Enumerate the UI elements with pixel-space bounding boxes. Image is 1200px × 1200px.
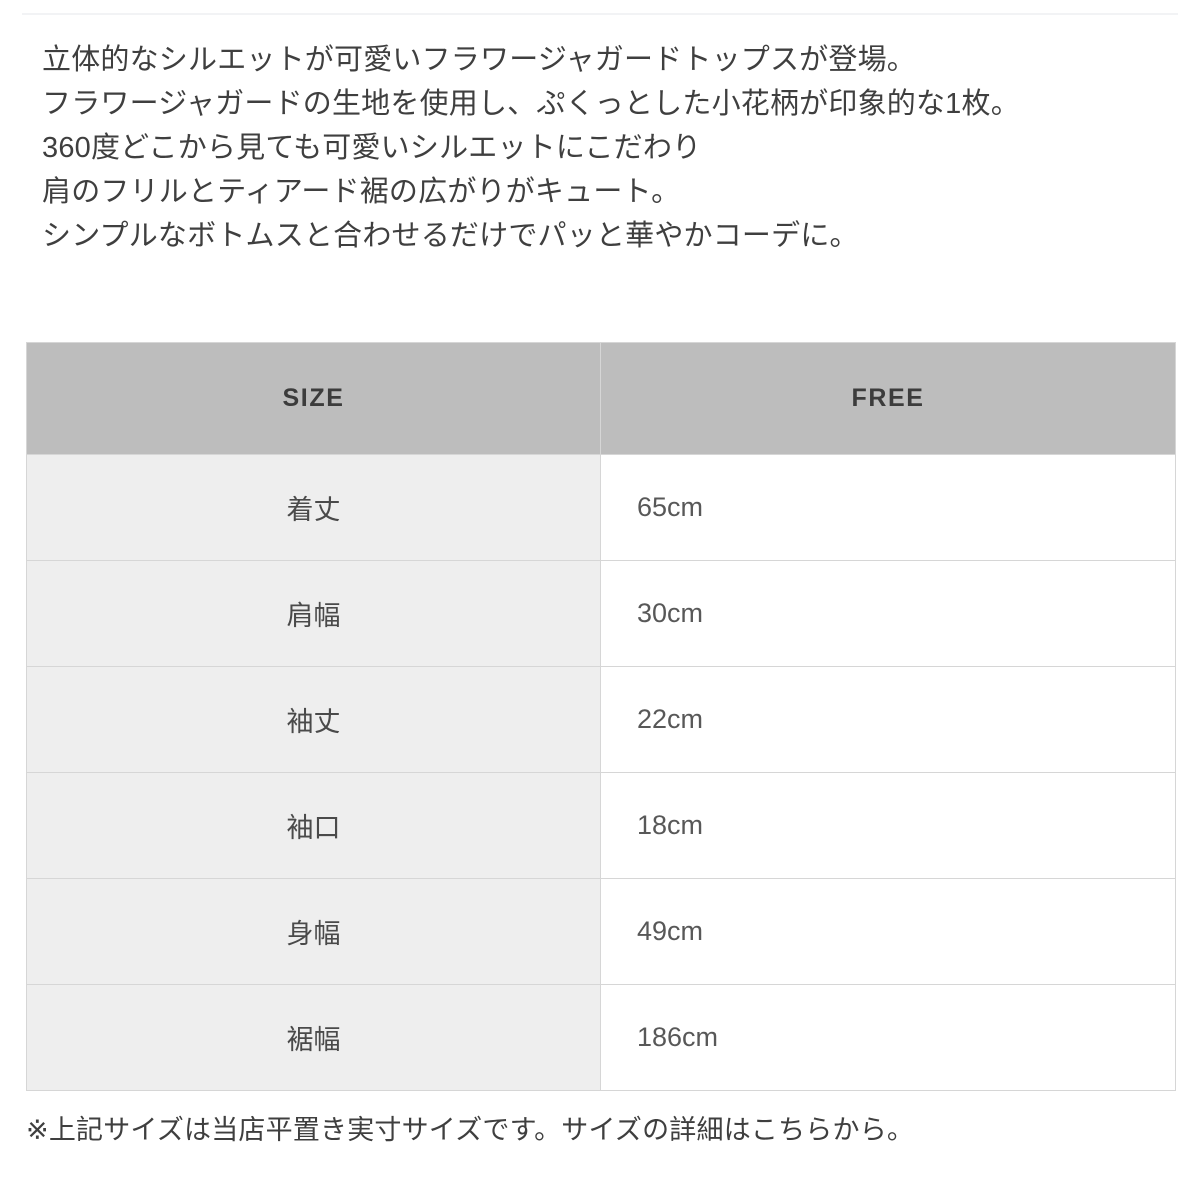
size-label: 袖丈 [26, 666, 601, 773]
table-row: 肩幅 30cm [26, 560, 1176, 667]
size-table-body: 着丈 65cm 肩幅 30cm 袖丈 22cm 袖口 18cm 身幅 49cm … [26, 454, 1176, 1091]
size-value: 65cm [600, 454, 1176, 561]
size-value: 186cm [600, 984, 1176, 1091]
size-label: 裾幅 [26, 984, 601, 1091]
size-label: 着丈 [26, 454, 601, 561]
size-label: 身幅 [26, 878, 601, 985]
description-line: 360度どこから見ても可愛いシルエットにこだわり [42, 132, 702, 164]
table-header-row: SIZE FREE [26, 342, 1176, 455]
size-table-header: SIZE FREE [26, 342, 1176, 455]
product-description: 立体的なシルエットが可愛いフラワージャガードトップスが登場。 フラワージャガード… [42, 38, 1152, 258]
top-divider [22, 13, 1178, 15]
size-value: 30cm [600, 560, 1176, 667]
description-line: 肩のフリルとティアード裾の広がりがキュート。 [42, 176, 681, 208]
table-row: 着丈 65cm [26, 454, 1176, 561]
column-header-free: FREE [600, 342, 1176, 455]
product-size-detail-page: 立体的なシルエットが可愛いフラワージャガードトップスが登場。 フラワージャガード… [0, 0, 1200, 1200]
size-footnote: ※上記サイズは当店平置き実寸サイズです。サイズの詳細はこちらから。 [26, 1115, 915, 1145]
table-row: 身幅 49cm [26, 878, 1176, 985]
table-row: 裾幅 186cm [26, 984, 1176, 1091]
size-label: 袖口 [26, 772, 601, 879]
size-label: 肩幅 [26, 560, 601, 667]
description-line: フラワージャガードの生地を使用し、ぷくっとした小花柄が印象的な1枚。 [42, 88, 1020, 120]
table-row: 袖口 18cm [26, 772, 1176, 879]
size-value: 49cm [600, 878, 1176, 985]
column-header-size: SIZE [26, 342, 601, 455]
size-value: 22cm [600, 666, 1176, 773]
description-line: シンプルなボトムスと合わせるだけでパッと華やかコーデに。 [42, 220, 859, 252]
table-row: 袖丈 22cm [26, 666, 1176, 773]
size-table: SIZE FREE 着丈 65cm 肩幅 30cm 袖丈 22cm 袖口 18c… [26, 342, 1176, 1091]
description-line: 立体的なシルエットが可愛いフラワージャガードトップスが登場。 [42, 44, 916, 76]
size-value: 18cm [600, 772, 1176, 879]
